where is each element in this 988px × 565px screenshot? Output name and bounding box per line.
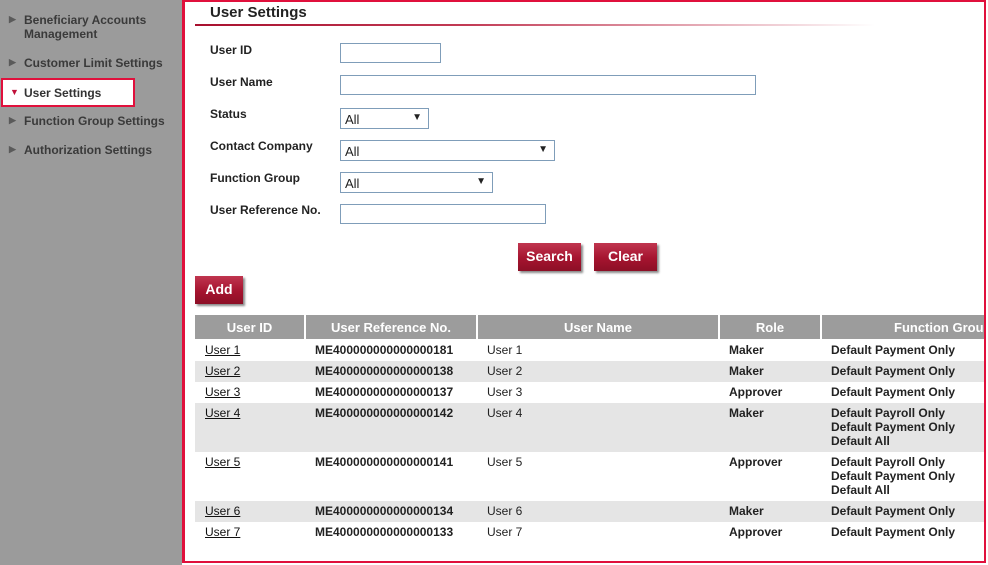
clear-button[interactable]: Clear (594, 243, 657, 271)
user-id-cell: User 2 (195, 361, 305, 382)
function-group-select-value: All (345, 176, 360, 191)
table-row: User 3 ME400000000000000137 User 3 Appro… (195, 382, 984, 403)
sidebar-item-label: Authorization Settings (24, 143, 152, 157)
user-ref-cell: ME400000000000000141 (305, 452, 477, 501)
user-name-input[interactable] (340, 75, 756, 95)
contact-company-select-value: All (345, 144, 360, 159)
user-id-link[interactable]: User 5 (205, 455, 240, 469)
user-ref-input[interactable] (340, 204, 546, 224)
function-group-cell: Default Payment Only (821, 522, 984, 543)
user-id-cell: User 3 (195, 382, 305, 403)
sidebar: ▶ Beneficiary Accounts Management ▶ Custo… (0, 0, 182, 565)
user-id-cell: User 6 (195, 501, 305, 522)
function-group-cell: Default Payment Only (821, 339, 984, 361)
user-name-cell: User 3 (477, 382, 719, 403)
page-title: User Settings (210, 4, 307, 21)
column-header-role[interactable]: Role (719, 315, 822, 340)
role-cell: Maker (719, 403, 821, 452)
title-divider (195, 24, 875, 26)
expand-arrow-icon: ▶ (9, 144, 16, 154)
sidebar-item-label: Function Group Settings (24, 114, 165, 128)
user-name-cell: User 5 (477, 452, 719, 501)
column-header-function-group[interactable]: Function Grou (821, 315, 984, 340)
expand-arrow-icon: ▶ (9, 57, 16, 67)
user-id-link[interactable]: User 7 (205, 525, 240, 539)
user-id-input[interactable] (340, 43, 441, 63)
contact-company-label: Contact Company (210, 139, 313, 153)
table-header-row: User ID User Reference No. User Name Rol… (195, 315, 984, 340)
status-select-value: All (345, 112, 360, 127)
dropdown-arrow-icon: ▼ (476, 176, 486, 187)
user-id-cell: User 1 (195, 339, 305, 361)
user-ref-cell: ME400000000000000133 (305, 522, 477, 543)
user-ref-cell: ME400000000000000137 (305, 382, 477, 403)
status-select[interactable]: All ▼ (340, 108, 429, 129)
role-cell: Maker (719, 501, 821, 522)
table-row: User 4 ME400000000000000142 User 4 Maker… (195, 403, 984, 452)
user-id-cell: User 7 (195, 522, 305, 543)
function-group-cell: Default Payment Only (821, 382, 984, 403)
role-cell: Approver (719, 382, 821, 403)
user-name-label: User Name (210, 75, 273, 89)
user-ref-label: User Reference No. (210, 203, 321, 217)
user-name-cell: User 7 (477, 522, 719, 543)
add-button[interactable]: Add (195, 276, 243, 304)
user-name-cell: User 6 (477, 501, 719, 522)
sidebar-item-label: Customer Limit Settings (24, 56, 163, 70)
dropdown-arrow-icon: ▼ (538, 144, 548, 155)
function-group-select[interactable]: All ▼ (340, 172, 493, 193)
role-cell: Maker (719, 361, 821, 382)
collapse-arrow-icon: ▼ (10, 87, 19, 97)
table-row: User 2 ME400000000000000138 User 2 Maker… (195, 361, 984, 382)
user-ref-cell: ME400000000000000134 (305, 501, 477, 522)
status-label: Status (210, 107, 247, 121)
function-group-cell: Default Payroll Only Default Payment Only… (821, 452, 984, 501)
function-group-cell: Default Payment Only (821, 501, 984, 522)
role-cell: Maker (719, 339, 821, 361)
user-name-cell: User 2 (477, 361, 719, 382)
user-ref-cell: ME400000000000000138 (305, 361, 477, 382)
column-header-user-name[interactable]: User Name (477, 315, 720, 340)
column-header-user-ref[interactable]: User Reference No. (305, 315, 478, 340)
expand-arrow-icon: ▶ (9, 14, 16, 24)
function-group-cell: Default Payroll Only Default Payment Only… (821, 403, 984, 452)
sidebar-item-label: Beneficiary Accounts Management (24, 13, 147, 41)
expand-arrow-icon: ▶ (9, 115, 16, 125)
function-group-cell: Default Payment Only (821, 361, 984, 382)
user-id-link[interactable]: User 4 (205, 406, 240, 420)
table-row: User 6 ME400000000000000134 User 6 Maker… (195, 501, 984, 522)
user-id-link[interactable]: User 3 (205, 385, 240, 399)
user-name-cell: User 4 (477, 403, 719, 452)
table-row: User 5 ME400000000000000141 User 5 Appro… (195, 452, 984, 501)
users-table: User ID User Reference No. User Name Rol… (195, 315, 984, 543)
user-ref-cell: ME400000000000000142 (305, 403, 477, 452)
sidebar-item-label: User Settings (24, 86, 102, 100)
table-row: User 1 ME400000000000000181 User 1 Maker… (195, 339, 984, 361)
role-cell: Approver (719, 452, 821, 501)
role-cell: Approver (719, 522, 821, 543)
column-header-user-id[interactable]: User ID (195, 315, 306, 340)
user-ref-cell: ME400000000000000181 (305, 339, 477, 361)
contact-company-select[interactable]: All ▼ (340, 140, 555, 161)
user-id-link[interactable]: User 2 (205, 364, 240, 378)
dropdown-arrow-icon: ▼ (412, 112, 422, 123)
user-id-link[interactable]: User 6 (205, 504, 240, 518)
table-row: User 7 ME400000000000000133 User 7 Appro… (195, 522, 984, 543)
user-id-link[interactable]: User 1 (205, 343, 240, 357)
search-button[interactable]: Search (518, 243, 581, 271)
user-id-label: User ID (210, 43, 253, 57)
sidebar-item-user-settings[interactable]: ▼ User Settings (1, 78, 135, 107)
main-panel: User Settings User ID User Name Status A… (182, 0, 986, 563)
user-id-cell: User 4 (195, 403, 305, 452)
function-group-label: Function Group (210, 171, 300, 185)
user-name-cell: User 1 (477, 339, 719, 361)
user-id-cell: User 5 (195, 452, 305, 501)
